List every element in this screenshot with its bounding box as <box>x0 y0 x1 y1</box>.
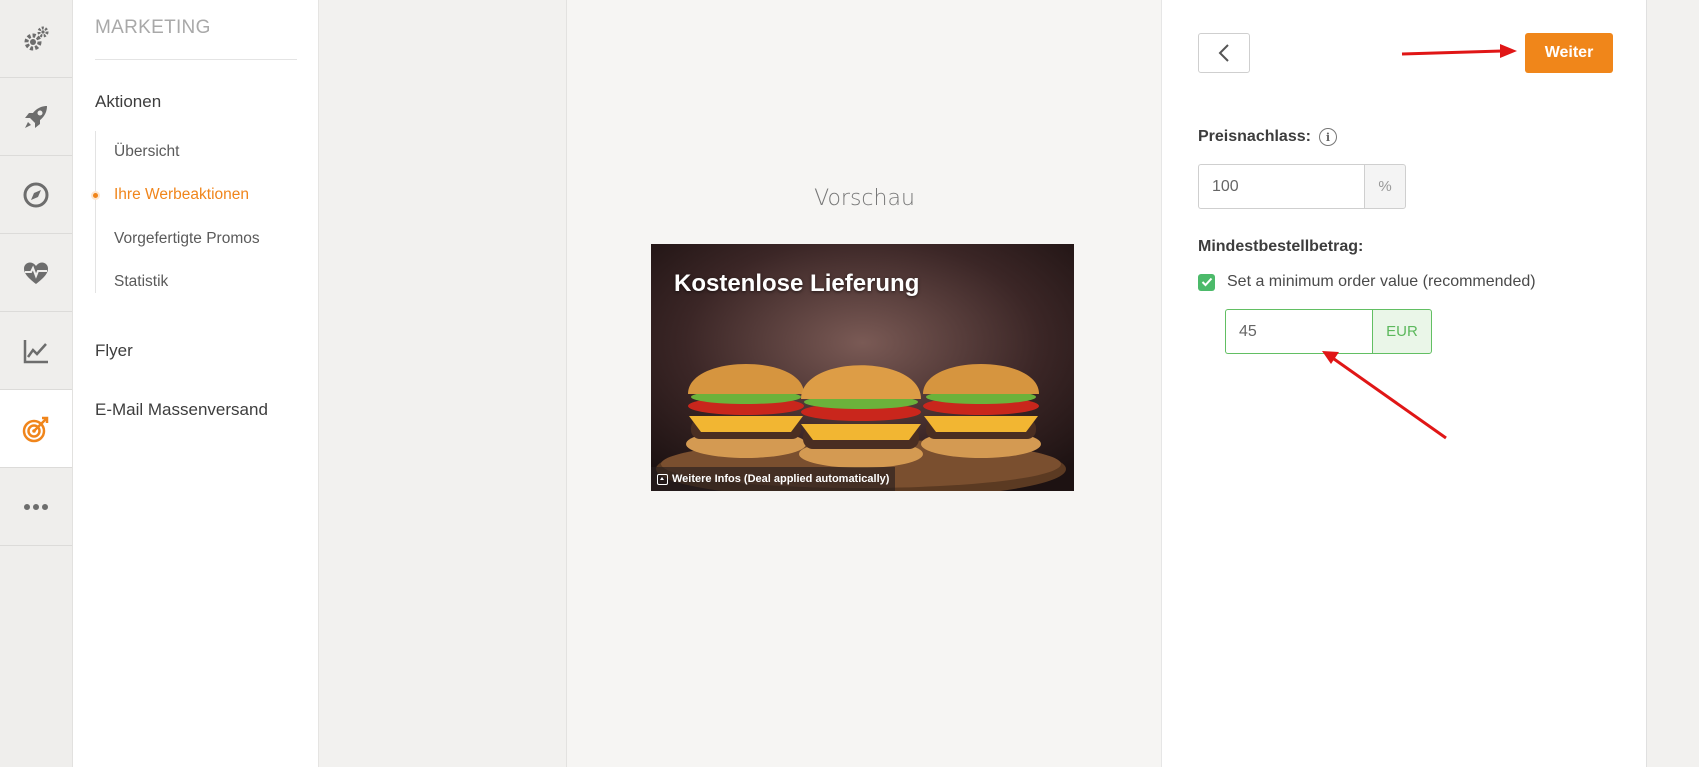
next-button[interactable]: Weiter <box>1525 33 1613 73</box>
preview-panel: Vorschau Kostenlose Lieferung Weitere In… <box>566 0 1161 767</box>
min-order-label-row: Mindestbestellbetrag: <box>1198 238 1363 256</box>
percent-addon: % <box>1364 164 1406 209</box>
min-order-checkbox-row[interactable]: Set a minimum order value (recommended) <box>1198 273 1536 291</box>
preview-title: Vorschau <box>814 186 915 211</box>
checkmark-icon <box>1201 277 1212 287</box>
more-dots-icon <box>24 503 48 510</box>
icon-rail <box>0 0 73 767</box>
promo-headline: Kostenlose Lieferung <box>674 270 920 297</box>
currency-addon: EUR <box>1372 309 1432 354</box>
min-order-checkbox[interactable] <box>1198 273 1215 291</box>
nav-section-email[interactable]: E-Mail Massenversand <box>95 400 268 420</box>
nav-item-statistik[interactable]: Statistik <box>114 273 168 291</box>
info-icon[interactable]: i <box>1318 128 1337 146</box>
gears-icon <box>24 26 49 50</box>
active-indicator-dot <box>91 191 100 200</box>
rail-item-health[interactable] <box>0 234 72 312</box>
expand-icon <box>657 473 668 485</box>
chevron-left-icon <box>1218 44 1229 62</box>
promo-info-text: Weitere Infos (Deal applied automaticall… <box>672 473 890 485</box>
rocket-icon <box>25 105 47 128</box>
rail-item-analytics[interactable] <box>0 312 72 390</box>
promo-more-info[interactable]: Weitere Infos (Deal applied automaticall… <box>651 467 896 491</box>
rail-item-marketing[interactable] <box>0 390 72 468</box>
rail-item-explore[interactable] <box>0 156 72 234</box>
nav-item-promos[interactable]: Vorgefertigte Promos <box>114 230 260 248</box>
line-chart-icon <box>23 339 48 363</box>
nav-section-aktionen[interactable]: Aktionen <box>95 92 161 112</box>
nav-section-flyer[interactable]: Flyer <box>95 341 133 361</box>
discount-input-group: % <box>1198 164 1406 209</box>
compass-icon <box>23 182 49 207</box>
nav-item-werbeaktionen[interactable]: Ihre Werbeaktionen <box>114 186 249 204</box>
rail-item-more[interactable] <box>0 468 72 546</box>
back-button[interactable] <box>1198 33 1250 73</box>
min-order-input[interactable] <box>1225 309 1372 354</box>
target-icon <box>22 416 49 442</box>
marketing-subnav: MARKETING Aktionen Übersicht Ihre Werbea… <box>73 0 319 767</box>
heart-pulse-icon <box>24 262 48 284</box>
min-order-input-group: EUR <box>1225 309 1432 354</box>
rail-item-launch[interactable] <box>0 78 72 156</box>
promo-settings-panel: Weiter Preisnachlass: i % Mindestbestell… <box>1161 0 1647 767</box>
subnav-divider <box>95 59 297 60</box>
nav-item-uebersicht[interactable]: Übersicht <box>114 143 179 161</box>
subnav-title: MARKETING <box>95 17 211 38</box>
aktionen-submenu: Übersicht Ihre Werbeaktionen Vorgefertig… <box>91 131 305 293</box>
discount-input[interactable] <box>1198 164 1364 209</box>
rail-item-settings[interactable] <box>0 0 72 78</box>
discount-label: Preisnachlass: <box>1198 128 1311 145</box>
min-order-label: Mindestbestellbetrag: <box>1198 238 1364 255</box>
min-order-checkbox-label: Set a minimum order value (recommended) <box>1227 273 1536 290</box>
discount-label-row: Preisnachlass: i <box>1198 128 1337 146</box>
promo-preview-card: Kostenlose Lieferung Weitere Infos (Deal… <box>651 244 1074 491</box>
